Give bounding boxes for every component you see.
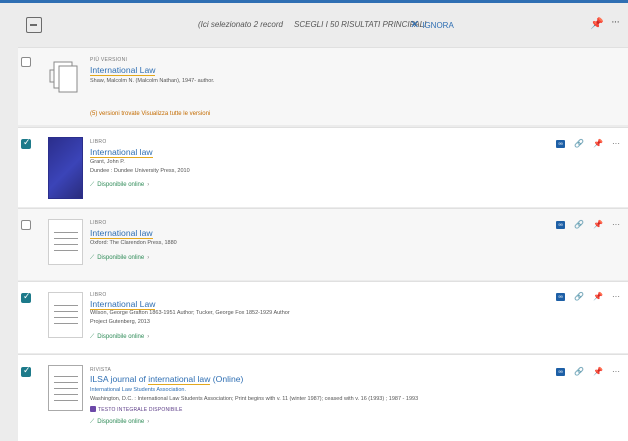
ignore-label: IGNORA xyxy=(422,21,454,30)
select-all-checkbox[interactable] xyxy=(26,17,42,33)
pin-icon[interactable]: 📌 xyxy=(590,17,604,30)
permalink-icon[interactable]: 🔗 xyxy=(574,292,584,301)
record-title[interactable]: International law xyxy=(90,147,153,158)
result-record: LIBRO International law Grant, John P. D… xyxy=(18,127,628,207)
versions-link[interactable]: (5) versioni trovate Visualizza tutte le… xyxy=(90,111,210,117)
record-type: LIBRO xyxy=(90,220,107,226)
record-actions: 99 🔗 📌 ··· xyxy=(556,367,620,376)
link-icon: ⟋ xyxy=(90,255,95,261)
record-publisher: Oxford: The Clarendon Press, 1880 xyxy=(90,240,177,246)
pin-icon[interactable]: 📌 xyxy=(593,220,603,229)
link-icon: ⟋ xyxy=(90,182,95,188)
citation-icon[interactable]: 99 xyxy=(556,292,566,301)
link-icon: ⟋ xyxy=(90,334,95,340)
record-title[interactable]: International Law xyxy=(90,299,156,310)
book-cover-image[interactable] xyxy=(48,137,83,199)
permalink-icon[interactable]: 🔗 xyxy=(574,367,584,376)
result-record: LIBRO International law Oxford: The Clar… xyxy=(18,208,628,280)
ignore-button[interactable]: ✕ IGNORA xyxy=(410,18,454,31)
permalink-icon[interactable]: 🔗 xyxy=(574,139,584,148)
more-options-icon[interactable]: ··· xyxy=(612,220,620,229)
record-checkbox[interactable] xyxy=(21,291,31,303)
record-checkbox[interactable] xyxy=(21,57,31,67)
record-author: International Law Students Association. xyxy=(90,387,187,393)
pin-icon[interactable]: 📌 xyxy=(593,139,603,148)
record-actions: 99 🔗 📌 ··· xyxy=(556,292,620,301)
record-title[interactable]: ILSA journal of international law (Onlin… xyxy=(90,374,243,385)
record-actions: 99 🔗 📌 ··· xyxy=(556,139,620,148)
more-options-icon[interactable]: ··· xyxy=(612,292,620,301)
record-publisher: Dundee : Dundee University Press, 2010 xyxy=(90,168,190,174)
permalink-icon[interactable]: 🔗 xyxy=(574,220,584,229)
multiple-versions-icon xyxy=(48,56,83,102)
record-publisher: Washington, D.C. : International Law Stu… xyxy=(90,396,419,402)
record-title[interactable]: International law xyxy=(90,228,153,239)
full-text-badge: TESTO INTEGRALE DISPONIBILE xyxy=(90,406,183,413)
pin-icon[interactable]: 📌 xyxy=(593,292,603,301)
more-options-icon[interactable]: ··· xyxy=(611,16,620,28)
selected-count-text: (Ici selezionato 2 record xyxy=(198,20,283,29)
link-icon: ⟋ xyxy=(90,419,95,425)
generic-book-thumbnail[interactable] xyxy=(48,292,83,338)
available-online-link[interactable]: ⟋ Disponibile online › xyxy=(90,419,149,426)
record-publisher: Project Gutenberg, 2013 xyxy=(90,319,150,325)
available-online-link[interactable]: ⟋ Disponibile online › xyxy=(90,182,149,189)
record-actions: 99 🔗 📌 ··· xyxy=(556,220,620,229)
available-online-link[interactable]: ⟋ Disponibile online › xyxy=(90,255,149,262)
close-icon: ✕ xyxy=(410,19,420,31)
result-record: LIBRO International Law Wilson, George G… xyxy=(18,281,628,353)
record-author: Grant, John P. xyxy=(90,159,125,165)
record-checkbox[interactable] xyxy=(21,137,31,149)
result-record: PIÙ VERSIONI International Law Shaw, Mal… xyxy=(18,47,628,125)
record-title[interactable]: International Law xyxy=(90,65,156,76)
generic-book-thumbnail[interactable] xyxy=(48,219,83,265)
available-online-link[interactable]: ⟋ Disponibile online › xyxy=(90,334,149,341)
citation-icon[interactable]: 99 xyxy=(556,367,566,376)
choose-top-results-button[interactable]: SCEGLI I 50 RISULTATI PRINCIPALI xyxy=(294,20,426,29)
journal-thumbnail[interactable] xyxy=(48,365,83,411)
more-options-icon[interactable]: ··· xyxy=(612,367,620,376)
citation-icon[interactable]: 99 xyxy=(556,139,566,148)
record-author: Shaw, Malcolm N. (Malcolm Nathan), 1947-… xyxy=(90,78,215,84)
record-type: RIVISTA xyxy=(90,367,112,373)
record-type: PIÙ VERSIONI xyxy=(90,57,128,63)
citation-icon[interactable]: 99 xyxy=(556,220,566,229)
results-toolbar: (Ici selezionato 2 record SCEGLI I 50 RI… xyxy=(0,3,628,49)
record-checkbox[interactable] xyxy=(21,220,31,230)
more-options-icon[interactable]: ··· xyxy=(612,139,620,148)
result-record: RIVISTA ILSA journal of international la… xyxy=(18,354,628,441)
record-type: LIBRO xyxy=(90,139,107,145)
pin-icon[interactable]: 📌 xyxy=(593,367,603,376)
record-checkbox[interactable] xyxy=(21,365,31,377)
lock-open-icon xyxy=(90,406,96,412)
record-type: LIBRO xyxy=(90,292,107,298)
record-author: Wilson, George Grafton 1863-1951 Author;… xyxy=(90,310,290,316)
